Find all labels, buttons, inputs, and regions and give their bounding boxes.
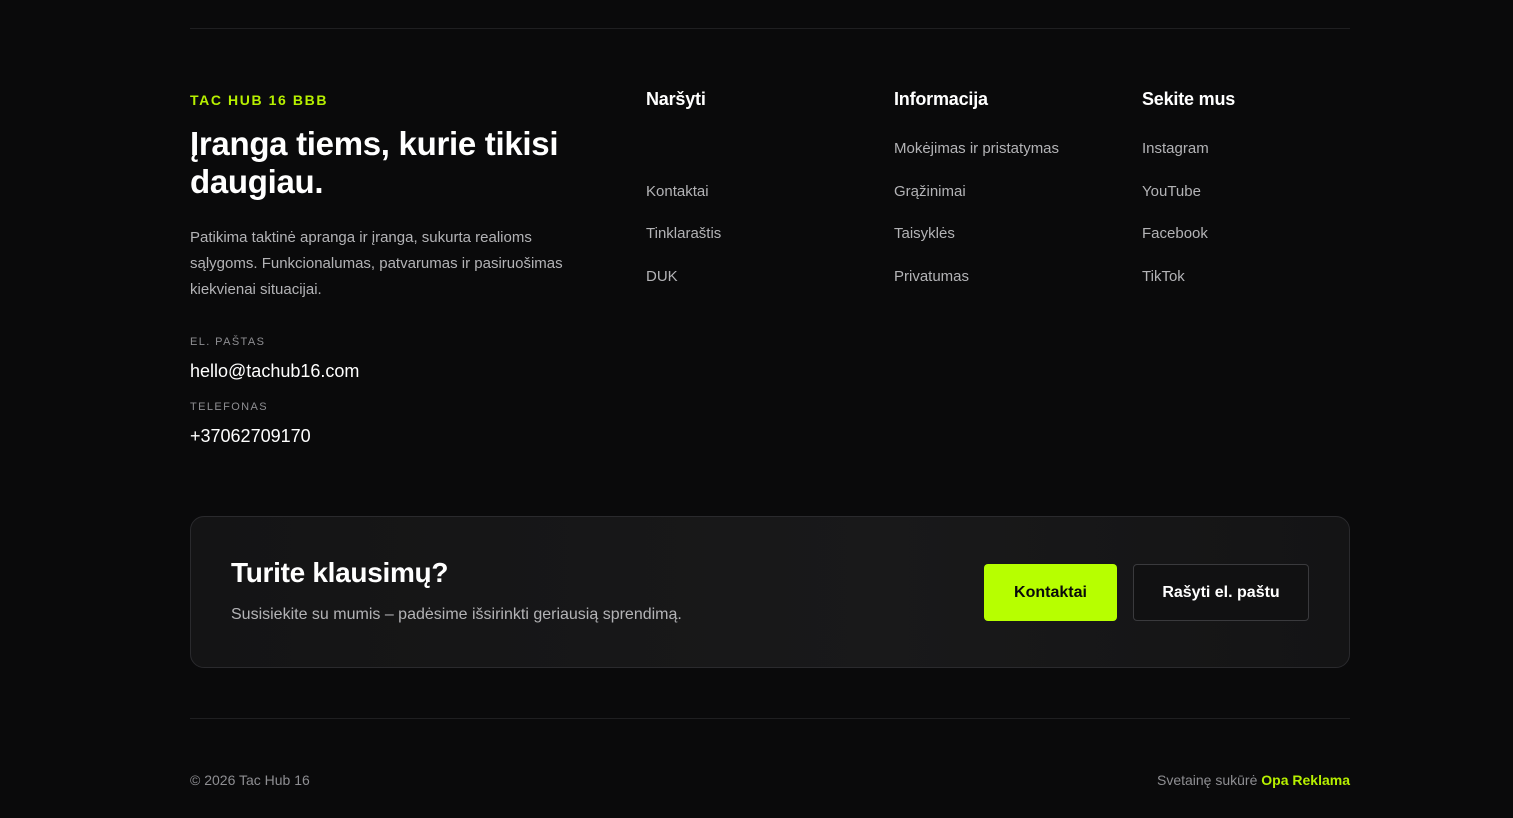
- info-link-rules[interactable]: Taisyklės: [894, 224, 955, 244]
- email-link[interactable]: hello@tachub16.com: [190, 360, 590, 382]
- social-link-tiktok[interactable]: TikTok: [1142, 267, 1185, 287]
- email-us-button[interactable]: Rašyti el. paštu: [1133, 564, 1309, 621]
- bottom-divider: [190, 718, 1350, 719]
- info-column: Informacija Mokėjimas ir pristatymas Grą…: [894, 88, 1059, 285]
- brand-block: TAC HUB 16 BBB Įranga tiems, kurie tikis…: [190, 91, 590, 447]
- nav-link-kontaktai[interactable]: Kontaktai: [646, 182, 709, 202]
- social-link-instagram[interactable]: Instagram: [1142, 139, 1209, 159]
- nav-link-duk[interactable]: DUK: [646, 267, 678, 287]
- phone-label: TELEFONAS: [190, 401, 269, 413]
- credit-link[interactable]: Opa Reklama: [1261, 772, 1350, 788]
- headline-line-1: Įranga tiems, kurie tikisi: [190, 125, 559, 162]
- social-link-facebook[interactable]: Facebook: [1142, 224, 1208, 244]
- brand-eyebrow: TAC HUB 16 BBB: [190, 92, 329, 108]
- nav-column: Naršyti Kontaktai Tinklaraštis DUK: [646, 88, 721, 285]
- brand-description: Patikima taktinė apranga ir įranga, suku…: [190, 229, 563, 298]
- nav-link-tinklarastis[interactable]: Tinklaraštis: [646, 224, 721, 244]
- footer-section: TAC HUB 16 BBB Įranga tiems, kurie tikis…: [0, 0, 1513, 818]
- site-credit: Svetainę sukūrė Opa Reklama: [1157, 771, 1350, 789]
- top-divider: [190, 28, 1350, 29]
- email-label: EL. PAŠTAS: [190, 336, 266, 348]
- brand-headline: Įranga tiems, kurie tikisi daugiau.: [190, 125, 590, 201]
- info-link-payment-delivery[interactable]: Mokėjimas ir pristatymas: [894, 139, 1059, 159]
- cta-subtitle: Susisiekite su mumis – padėsime išsirink…: [231, 606, 682, 623]
- phone-link[interactable]: +37062709170: [190, 425, 590, 447]
- social-column: Sekite mus Instagram YouTube Facebook Ti…: [1142, 88, 1236, 285]
- contact-button[interactable]: Kontaktai: [984, 564, 1117, 621]
- copyright-text: © 2026 Tac Hub 16: [190, 772, 310, 788]
- social-link-youtube[interactable]: YouTube: [1142, 182, 1201, 202]
- credit-prefix: Svetainę sukūrė: [1156, 772, 1262, 788]
- headline-line-2: daugiau.: [190, 163, 324, 200]
- contact-cta-card: Turite klausimų? Susisiekite su mumis – …: [190, 516, 1350, 668]
- info-column-title: Informacija: [894, 89, 988, 109]
- nav-column-title: Naršyti: [646, 89, 706, 109]
- social-column-title: Sekite mus: [1142, 89, 1236, 109]
- cta-title: Turite klausimų?: [231, 557, 449, 588]
- info-link-returns[interactable]: Grąžinimai: [894, 182, 966, 202]
- info-link-privacy[interactable]: Privatumas: [894, 267, 969, 287]
